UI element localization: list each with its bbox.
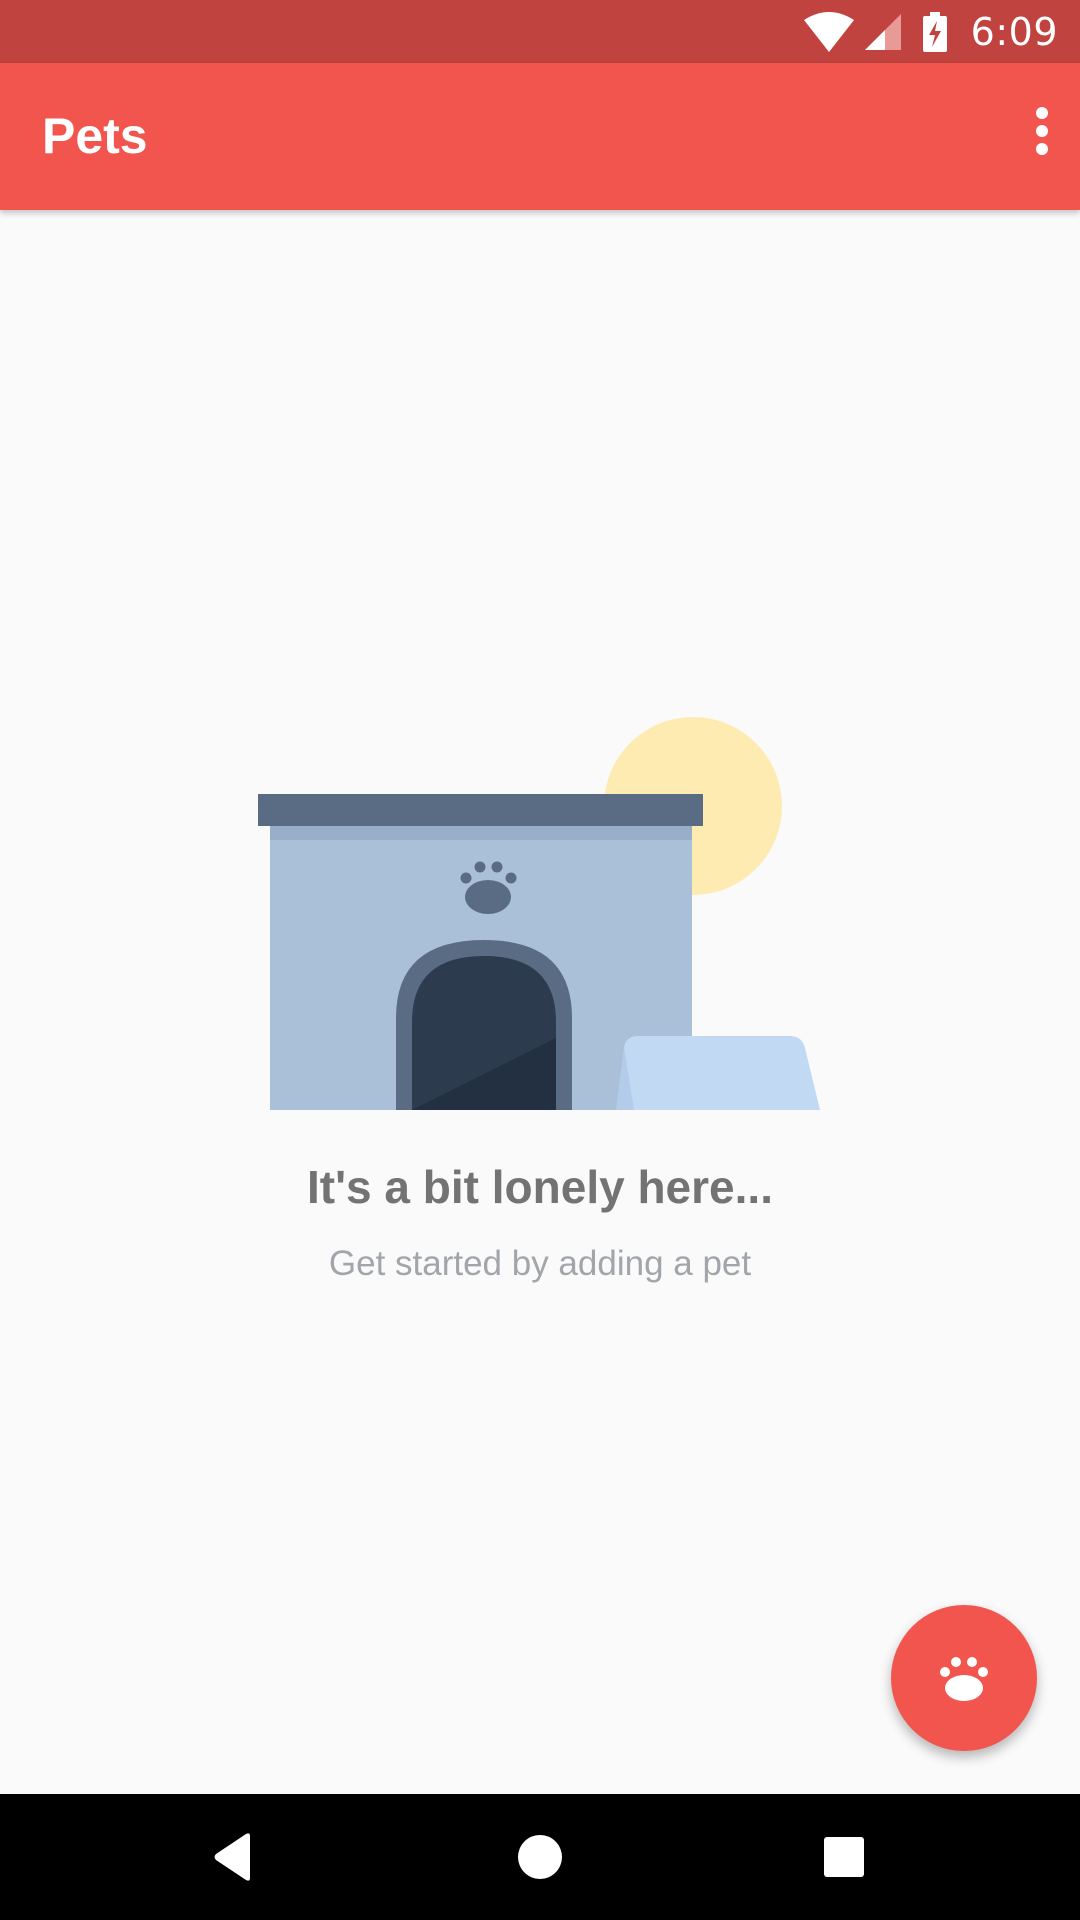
recents-button[interactable] bbox=[804, 1817, 884, 1897]
more-vert-icon bbox=[1036, 107, 1048, 155]
home-button[interactable] bbox=[500, 1817, 580, 1897]
battery-charging-icon bbox=[922, 11, 947, 52]
screen: 6:09 Pets It's a bit lonely here... Get … bbox=[0, 0, 1080, 1920]
status-icons: 6:09 bbox=[803, 0, 1080, 63]
paw-icon bbox=[940, 1657, 988, 1701]
status-time: 6:09 bbox=[970, 9, 1058, 54]
back-button[interactable] bbox=[195, 1817, 275, 1897]
back-icon bbox=[214, 1833, 250, 1881]
home-icon bbox=[518, 1835, 562, 1879]
more-options-button[interactable] bbox=[1002, 91, 1062, 181]
app-bar: Pets bbox=[0, 63, 1080, 210]
food-bowl bbox=[617, 1036, 820, 1110]
navigation-bar bbox=[0, 1794, 1080, 1920]
add-pet-button[interactable] bbox=[891, 1605, 1037, 1751]
cell-signal-icon bbox=[863, 12, 903, 52]
recents-icon bbox=[824, 1837, 864, 1877]
wifi-icon bbox=[803, 11, 855, 52]
house-roof bbox=[258, 794, 703, 826]
app-title: Pets bbox=[42, 108, 148, 164]
pet-house-illustration bbox=[250, 710, 830, 1125]
empty-state-subtitle: Get started by adding a pet bbox=[328, 1244, 752, 1283]
status-bar: 6:09 bbox=[0, 0, 1080, 63]
empty-state-title: It's a bit lonely here... bbox=[307, 1161, 773, 1213]
